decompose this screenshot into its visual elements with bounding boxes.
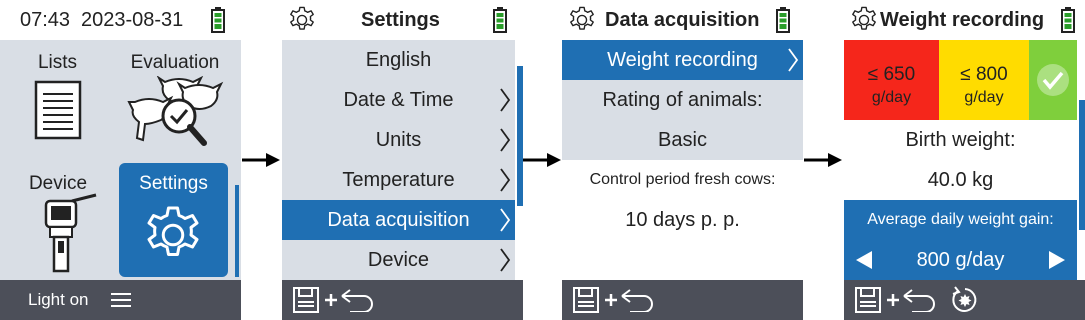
- gear-icon: [850, 6, 878, 34]
- arrow-right-icon[interactable]: [1049, 251, 1065, 269]
- arrow-right-icon: [804, 152, 842, 168]
- arrow-right-icon: [242, 152, 280, 168]
- chevron-right-icon: [499, 248, 511, 272]
- item-label: Rating of animals:: [602, 89, 763, 111]
- battery-full-icon: [493, 7, 507, 33]
- settings-item-device[interactable]: Device: [282, 240, 515, 280]
- save-icon[interactable]: [293, 287, 319, 313]
- item-value: 10 days p. p.: [625, 209, 740, 231]
- limit-yellow-unit: g/day: [964, 89, 1004, 106]
- adg-label: Average daily weight gain:: [867, 211, 1054, 228]
- tile-lists-label: Lists: [37, 52, 78, 73]
- save-icon[interactable]: [855, 287, 881, 313]
- item-value: Basic: [658, 129, 707, 151]
- plus-icon[interactable]: [886, 293, 900, 307]
- adg-value[interactable]: 800 g/day: [844, 240, 1077, 280]
- item-label: English: [365, 49, 432, 71]
- list-document-icon: [34, 80, 82, 140]
- scrollbar-thumb[interactable]: [1079, 100, 1085, 230]
- chevron-right-icon: [499, 128, 511, 152]
- footer-bar: Light on: [0, 280, 241, 320]
- settings-item-date-time[interactable]: Date & Time: [282, 80, 515, 120]
- limit-red-value: ≤ 650: [867, 64, 916, 85]
- data-acquisition-header: Data acquisition: [562, 0, 803, 40]
- current-date: 2023-08-31: [81, 9, 184, 31]
- plus-icon[interactable]: [324, 293, 338, 307]
- page-title: Weight recording: [880, 9, 1045, 31]
- control-period-value[interactable]: 10 days p. p.: [562, 200, 803, 240]
- tile-settings-label: Settings: [139, 173, 208, 194]
- weight-recording-screen: Weight recording ≤ 650 g/day ≤ 800 g/day…: [844, 0, 1085, 320]
- rating-of-animals-label: Rating of animals:: [562, 80, 803, 120]
- chevron-right-icon: [499, 88, 511, 112]
- data-acquisition-list: Weight recording Rating of animals: Basi…: [562, 40, 803, 280]
- tile-device-label: Device: [28, 173, 88, 194]
- limit-red-unit: g/day: [871, 89, 912, 106]
- settings-screen: Settings English Date & Time Units Tempe…: [282, 0, 523, 320]
- settings-header: Settings: [282, 0, 523, 40]
- birth-weight-label: Birth weight:: [905, 129, 1016, 151]
- gear-icon: [143, 205, 203, 265]
- footer-bar: [282, 280, 523, 320]
- footer-bar: [844, 280, 1085, 320]
- rating-of-animals-value[interactable]: Basic: [562, 120, 803, 160]
- light-toggle-label[interactable]: Light on: [28, 280, 89, 320]
- tile-device[interactable]: Device: [10, 163, 110, 277]
- page-title: Data acquisition: [605, 9, 760, 31]
- limit-yellow-value: ≤ 800: [960, 64, 1008, 85]
- tile-settings[interactable]: Settings: [119, 163, 228, 277]
- item-label: Control period fresh cows:: [589, 171, 776, 188]
- chevron-right-icon: [787, 48, 799, 72]
- item-label: Units: [375, 129, 422, 151]
- check-circle-icon: [1037, 64, 1069, 96]
- gear-icon: [568, 6, 596, 34]
- weight-recording-item[interactable]: Weight recording: [562, 40, 803, 80]
- control-period-label: Control period fresh cows:: [562, 160, 803, 200]
- settings-item-data-acquisition[interactable]: Data acquisition: [282, 200, 515, 240]
- settings-item-language[interactable]: English: [282, 40, 515, 80]
- birth-weight-value[interactable]: 40.0 kg: [844, 160, 1077, 200]
- hamburger-icon[interactable]: [111, 292, 131, 308]
- settings-list: English Date & Time Units Temperature Da…: [282, 40, 515, 280]
- handheld-device-icon: [44, 193, 97, 273]
- footer-bar: [562, 280, 803, 320]
- item-label: Device: [367, 249, 430, 271]
- settings-item-units[interactable]: Units: [282, 120, 515, 160]
- status-header: 07:43 2023-08-31: [0, 0, 241, 40]
- save-icon[interactable]: [573, 287, 599, 313]
- back-arrow-icon[interactable]: [902, 288, 936, 312]
- weight-recording-header: Weight recording: [844, 0, 1085, 40]
- reset-icon[interactable]: [950, 285, 980, 315]
- chevron-right-icon: [499, 208, 511, 232]
- back-arrow-icon[interactable]: [620, 288, 654, 312]
- plus-icon[interactable]: [604, 293, 618, 307]
- limit-green-box[interactable]: [1029, 40, 1077, 120]
- chevron-right-icon: [499, 168, 511, 192]
- item-label: Weight recording: [607, 49, 758, 71]
- battery-full-icon: [211, 7, 225, 33]
- cow-check-icon: [127, 76, 224, 146]
- battery-full-icon: [1061, 7, 1075, 33]
- battery-full-icon: [776, 7, 790, 33]
- adg-panel: Average daily weight gain: 800 g/day: [844, 200, 1077, 280]
- gear-icon: [288, 6, 316, 34]
- back-arrow-icon[interactable]: [340, 288, 374, 312]
- scrollbar-thumb[interactable]: [517, 66, 523, 206]
- clock-time: 07:43: [20, 9, 71, 31]
- scrollbar-thumb[interactable]: [235, 185, 239, 277]
- settings-item-temperature[interactable]: Temperature: [282, 160, 515, 200]
- item-label: Temperature: [342, 169, 455, 191]
- tile-lists[interactable]: Lists: [10, 44, 110, 154]
- page-title: Settings: [361, 9, 440, 31]
- data-acquisition-screen: Data acquisition Weight recording Rating…: [562, 0, 803, 320]
- item-label: Data acquisition: [327, 209, 470, 231]
- limit-red-box[interactable]: ≤ 650 g/day: [844, 40, 939, 120]
- main-menu-screen: 07:43 2023-08-31 Lists Evaluation Device: [0, 0, 241, 320]
- limit-yellow-box[interactable]: ≤ 800 g/day: [939, 40, 1029, 120]
- tile-evaluation-label: Evaluation: [130, 52, 220, 73]
- tile-evaluation[interactable]: Evaluation: [119, 44, 231, 154]
- item-label: Date & Time: [343, 89, 454, 111]
- arrow-right-icon: [523, 152, 561, 168]
